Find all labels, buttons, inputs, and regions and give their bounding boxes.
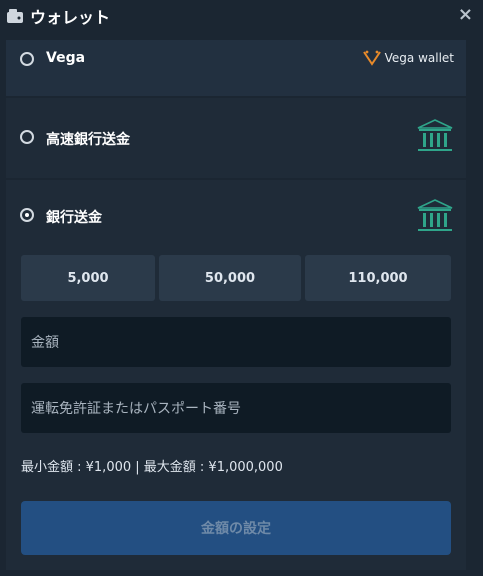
- vega-logo-icon: [362, 50, 381, 66]
- option-label-bank-transfer: 銀行送金: [46, 210, 102, 226]
- amount-preset-button[interactable]: 5,000: [21, 255, 155, 301]
- radio-fast-bank-transfer[interactable]: [20, 130, 34, 144]
- amount-preset-button[interactable]: 110,000: [305, 255, 451, 301]
- wallet-icon: [7, 9, 23, 23]
- amount-preset-button[interactable]: 50,000: [159, 255, 301, 301]
- radio-bank-transfer[interactable]: [20, 208, 34, 222]
- payment-option-vega[interactable]: Vega Vega wallet: [6, 40, 466, 96]
- amount-limits-text: 最小金額 : ¥1,000 | 最大金額 : ¥1,000,000: [21, 460, 283, 475]
- payment-option-fast-bank-transfer[interactable]: 高速銀行送金: [6, 98, 466, 178]
- vega-logo: Vega wallet: [362, 50, 454, 66]
- radio-vega[interactable]: [20, 52, 34, 66]
- option-label-fast-bank-transfer: 高速銀行送金: [46, 132, 130, 148]
- bank-icon: [417, 199, 453, 231]
- amount-input[interactable]: 金額: [21, 317, 451, 367]
- id-number-input[interactable]: 運転免許証またはパスポート番号: [21, 383, 451, 433]
- close-icon[interactable]: ×: [458, 4, 473, 25]
- header: ウォレット ×: [0, 0, 483, 32]
- option-label-vega: Vega: [46, 50, 86, 66]
- bank-icon: [417, 119, 453, 151]
- set-amount-button[interactable]: 金額の設定: [21, 501, 451, 555]
- vega-logo-text: Vega wallet: [384, 51, 454, 65]
- page-title: ウォレット: [30, 8, 111, 27]
